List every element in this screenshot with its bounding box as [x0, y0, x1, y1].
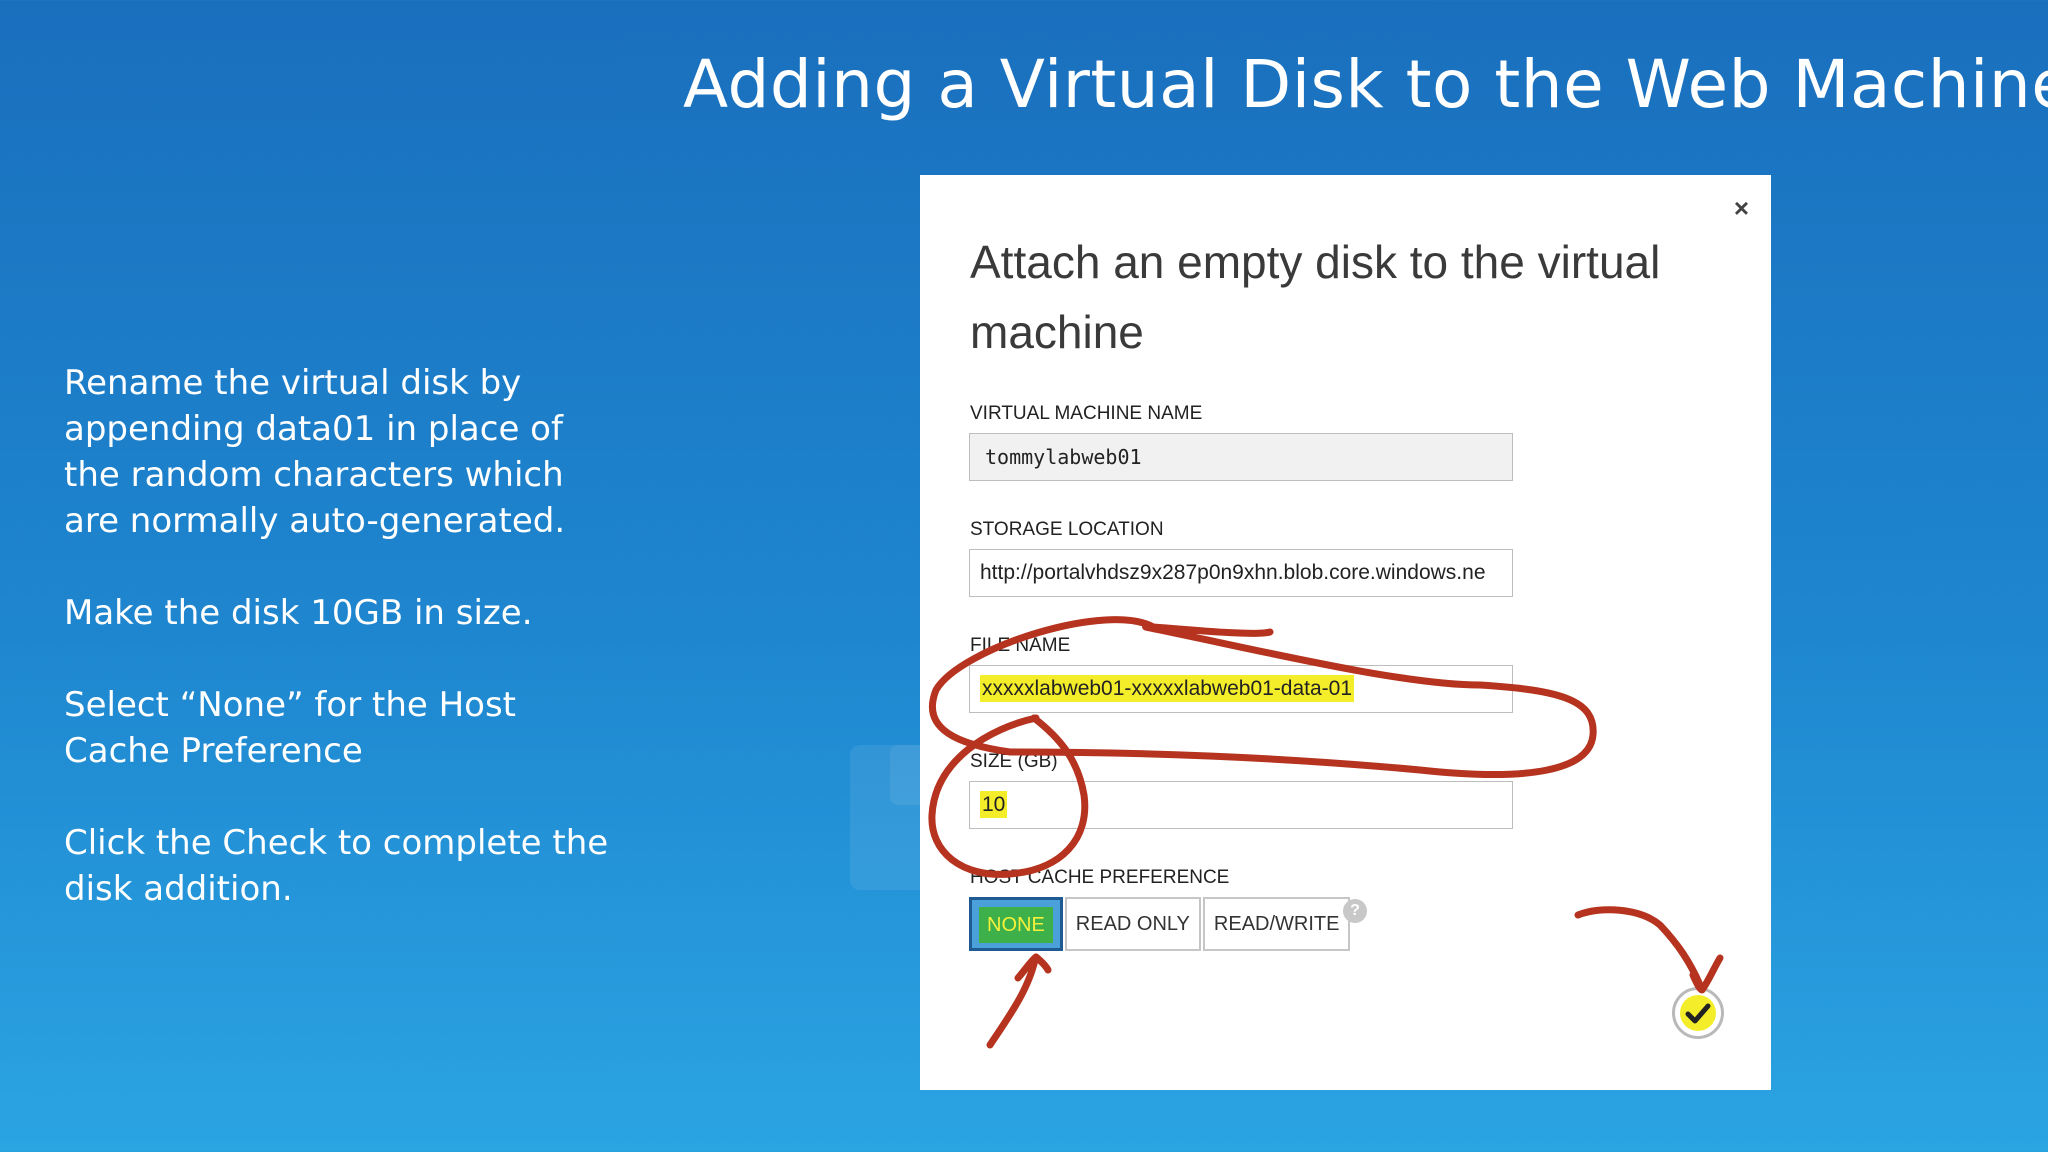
- host-cache-label: HOST CACHE PREFERENCE: [970, 867, 1230, 888]
- note-size: Make the disk 10GB in size.: [64, 593, 533, 633]
- close-icon[interactable]: ×: [1734, 193, 1749, 224]
- vm-name-field: tommylabweb01: [969, 433, 1513, 481]
- host-cache-read-write-button[interactable]: READ/WRITE: [1202, 897, 1351, 951]
- help-icon[interactable]: ?: [1343, 899, 1367, 923]
- host-cache-none-label: NONE: [979, 907, 1053, 943]
- storage-location-field[interactable]: http://portalvhdsz9x287p0n9xhn.blob.core…: [969, 549, 1513, 597]
- attach-disk-dialog: × Attach an empty disk to the virtual ma…: [920, 175, 1771, 1090]
- size-label: SIZE (GB): [970, 751, 1058, 772]
- note-check: Click the Check to complete the disk add…: [64, 823, 609, 909]
- size-value: 10: [980, 791, 1008, 818]
- note-rename: Rename the virtual disk by appending dat…: [64, 363, 566, 541]
- complete-check-button[interactable]: [1672, 987, 1724, 1039]
- dialog-title: Attach an empty disk to the virtual mach…: [970, 236, 1661, 358]
- file-name-input[interactable]: xxxxxlabweb01-xxxxxlabweb01-data-01: [969, 665, 1513, 713]
- note-host-cache: Select “None” for the Host Cache Prefere…: [64, 685, 517, 771]
- file-name-label: FILE NAME: [970, 635, 1071, 656]
- file-name-value: xxxxxlabweb01-xxxxxlabweb01-data-01: [980, 675, 1355, 702]
- storage-location-value: http://portalvhdsz9x287p0n9xhn.blob.core…: [980, 561, 1486, 584]
- host-cache-none-button[interactable]: NONE: [969, 897, 1063, 951]
- vm-name-value: tommylabweb01: [985, 445, 1142, 469]
- vm-name-label: VIRTUAL MACHINE NAME: [970, 403, 1203, 424]
- size-input[interactable]: 10: [969, 781, 1513, 829]
- storage-location-label: STORAGE LOCATION: [970, 519, 1164, 540]
- host-cache-read-only-button[interactable]: READ ONLY: [1064, 897, 1201, 951]
- check-icon: [1685, 1003, 1711, 1024]
- slide-title: Adding a Virtual Disk to the Web Machine: [683, 46, 2048, 123]
- host-cache-options: NONE READ ONLY READ/WRITE: [969, 897, 1352, 951]
- slide-notes: Rename the virtual disk by appending dat…: [64, 360, 624, 958]
